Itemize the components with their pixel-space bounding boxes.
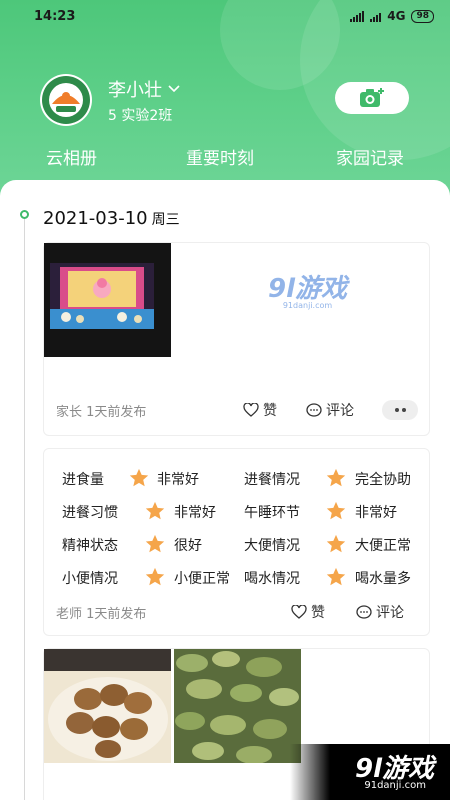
- timeline-line: [24, 218, 25, 800]
- tab-home-school-records[interactable]: 家园记录: [336, 144, 404, 169]
- add-photo-button[interactable]: [335, 82, 409, 114]
- tab-bar: 云相册 重要时刻 家园记录: [0, 144, 450, 174]
- comment-icon: [356, 604, 372, 619]
- comment-button[interactable]: 评论: [356, 602, 404, 622]
- timeline-dot: [20, 210, 29, 219]
- food-photo: [44, 649, 171, 763]
- chevron-down-icon: [168, 85, 180, 93]
- star-icon: [325, 467, 347, 493]
- heart-icon: [243, 403, 259, 417]
- report-label: 大便情况: [244, 538, 300, 554]
- like-label: 赞: [263, 403, 277, 419]
- camera-plus-icon: [360, 88, 384, 107]
- signal-icon: [370, 11, 382, 22]
- star-icon: [325, 500, 347, 526]
- comment-label: 评论: [376, 605, 404, 621]
- comment-button[interactable]: 评论: [306, 400, 354, 420]
- report-footer: 老师 1天前发布 赞 评论: [56, 601, 417, 623]
- post-photo[interactable]: [44, 649, 171, 763]
- lotus-pond-photo: [174, 649, 301, 763]
- post-footer: 家长 1天前发布 赞 评论: [56, 399, 418, 421]
- report-row: 进餐习惯 非常好 午睡环节 非常好: [62, 500, 422, 535]
- report-row: 小便情况 小便正常 喝水情况 喝水量多: [62, 566, 422, 601]
- report-label: 小便情况: [62, 571, 118, 587]
- status-time: 14:23: [34, 9, 76, 24]
- report-grid: 进食量 非常好 进餐情况 完全协助 进餐习惯 非常好 午睡环节 非常好 精神状态…: [62, 467, 422, 601]
- watermark-url: 91danji.com: [282, 301, 333, 310]
- report-label: 喝水情况: [244, 571, 300, 587]
- report-value: 完全协助: [355, 472, 411, 488]
- like-button[interactable]: 赞: [243, 400, 277, 420]
- post-photo[interactable]: [174, 649, 301, 763]
- report-label: 进餐习惯: [62, 505, 118, 521]
- report-label: 进餐情况: [244, 472, 300, 488]
- report-row: 进食量 非常好 进餐情况 完全协助: [62, 467, 422, 502]
- report-row: 精神状态 很好 大便情况 大便正常: [62, 533, 422, 568]
- user-class: 5 实验2班: [108, 108, 173, 124]
- star-icon: [128, 467, 150, 493]
- report-label: 午睡环节: [244, 505, 300, 521]
- like-label: 赞: [311, 605, 325, 621]
- post-meta: 家长 1天前发布: [56, 404, 147, 420]
- user-name-text: 李小壮: [108, 80, 162, 101]
- weekday-text: 周三: [151, 212, 180, 228]
- report-meta: 老师 1天前发布: [56, 606, 147, 622]
- tab-important-moments[interactable]: 重要时刻: [186, 144, 254, 169]
- heart-icon: [291, 605, 307, 619]
- post-date: 2021-03-10 周三: [43, 208, 180, 229]
- more-options-button[interactable]: [382, 400, 418, 420]
- star-icon: [325, 566, 347, 592]
- report-label: 精神状态: [62, 538, 118, 554]
- star-icon: [325, 533, 347, 559]
- comment-label: 评论: [326, 403, 354, 419]
- star-icon: [144, 533, 166, 559]
- report-value: 非常好: [174, 505, 216, 521]
- star-icon: [144, 566, 166, 592]
- report-value: 小便正常: [174, 571, 230, 587]
- report-value: 非常好: [355, 505, 397, 521]
- report-value: 很好: [174, 538, 202, 554]
- signal-icon: [350, 10, 365, 22]
- tab-cloud-album[interactable]: 云相册: [46, 144, 97, 169]
- school-logo-icon: [42, 76, 90, 124]
- user-name[interactable]: 李小壮: [108, 76, 180, 102]
- stage-photo: [44, 243, 171, 357]
- watermark-logo-text: 9l游戏: [268, 274, 348, 304]
- photo-post-card: 家长 1天前发布 赞 评论: [43, 242, 430, 436]
- watermark-logo: 9l游戏 91danji.com: [268, 268, 347, 310]
- report-value: 喝水量多: [355, 571, 411, 587]
- star-icon: [144, 500, 166, 526]
- daily-report-card: 进食量 非常好 进餐情况 完全协助 进餐习惯 非常好 午睡环节 非常好 精神状态…: [43, 448, 430, 636]
- watermark-banner-url: 91danji.com: [364, 780, 426, 791]
- records-panel: 2021-03-10 周三 家长 1天前发布 赞 评论 进食量 非常好 进餐情况…: [0, 180, 450, 800]
- status-bar: 14:23 4G 98: [0, 0, 450, 32]
- watermark-banner: 9l游戏 91danji.com: [290, 744, 450, 800]
- profile-header: 14:23 4G 98 李小壮 5 实验2班 云相册 重要时刻 家园记录: [0, 0, 450, 200]
- battery-icon: 98: [411, 9, 434, 23]
- status-icons: 4G 98: [350, 9, 434, 23]
- report-label: 进食量: [62, 472, 104, 488]
- date-text: 2021-03-10: [43, 208, 148, 229]
- like-button[interactable]: 赞: [291, 602, 325, 622]
- report-value: 大便正常: [355, 538, 411, 554]
- post-photo[interactable]: [44, 243, 171, 357]
- comment-icon: [306, 402, 322, 417]
- network-type: 4G: [387, 9, 406, 23]
- avatar[interactable]: [40, 74, 92, 126]
- report-value: 非常好: [157, 472, 199, 488]
